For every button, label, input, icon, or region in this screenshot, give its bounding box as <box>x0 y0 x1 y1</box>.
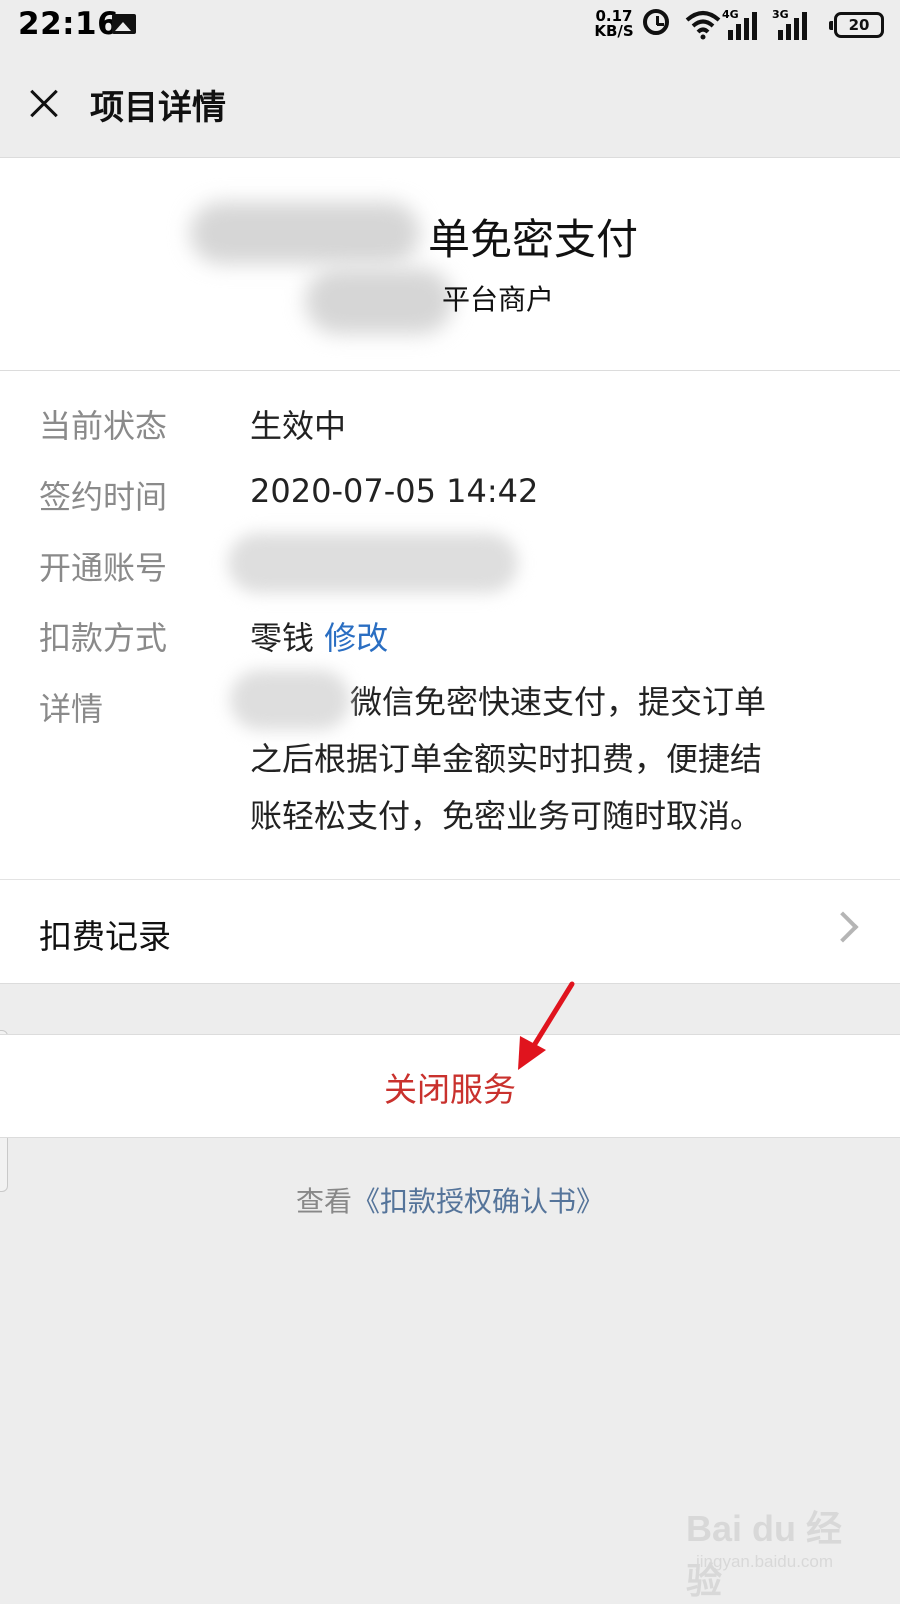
alarm-icon <box>643 9 669 35</box>
battery-icon: 20 <box>829 12 884 38</box>
signal-3g-icon: 3G <box>772 8 812 40</box>
detail-merchant-redacted <box>230 670 350 730</box>
service-details: 当前状态 生效中 签约时间 2020-07-05 14:42 开通账号 扣款方式… <box>0 371 900 880</box>
page-title: 项目详情 <box>90 88 226 128</box>
network-speed: 0.17 KB/S <box>594 7 634 40</box>
nav-bar: 项目详情 <box>0 50 900 156</box>
service-title: 单免密支付 <box>428 215 639 264</box>
payment-method-label: 扣款方式 <box>39 619 168 657</box>
baidu-jingyan-watermark: Bai du 经验 jingyan.baidu.com <box>686 1508 843 1601</box>
signal-4g-icon: 4G <box>722 8 762 40</box>
modify-link[interactable]: 修改 <box>324 619 388 657</box>
fee-record-label: 扣费记录 <box>39 917 171 956</box>
fee-record-row[interactable]: 扣费记录 <box>0 879 900 984</box>
detail-label: 详情 <box>39 690 104 728</box>
status-bar: 22:16 0.17 KB/S 4G 3G 20 <box>0 0 900 50</box>
close-icon[interactable] <box>22 82 66 126</box>
wifi-icon <box>685 11 721 40</box>
merchant-logo-redacted <box>305 268 453 334</box>
gallery-notification-icon <box>112 14 136 34</box>
annotation-arrow-icon <box>518 981 575 1070</box>
clock: 22:16 <box>18 6 120 42</box>
payment-method-value: 零钱 修改 <box>250 619 389 657</box>
sign-time-label: 签约时间 <box>39 478 168 516</box>
chevron-right-icon <box>827 911 859 943</box>
authorization-doc-link[interactable]: 《扣款授权确认书》 <box>352 1185 604 1218</box>
service-header: 单免密支付 平台商户 <box>0 157 900 371</box>
authorization-doc: 查看《扣款授权确认书》 <box>295 1185 605 1218</box>
status-label: 当前状态 <box>39 407 168 445</box>
status-value: 生效中 <box>250 407 347 445</box>
sign-time-value: 2020-07-05 14:42 <box>250 472 539 510</box>
account-label: 开通账号 <box>39 549 168 587</box>
account-value-redacted <box>228 533 518 593</box>
merchant-name-redacted <box>190 202 420 264</box>
merchant-type: 平台商户 <box>442 283 555 316</box>
close-service-button[interactable]: 关闭服务 <box>0 1034 900 1138</box>
